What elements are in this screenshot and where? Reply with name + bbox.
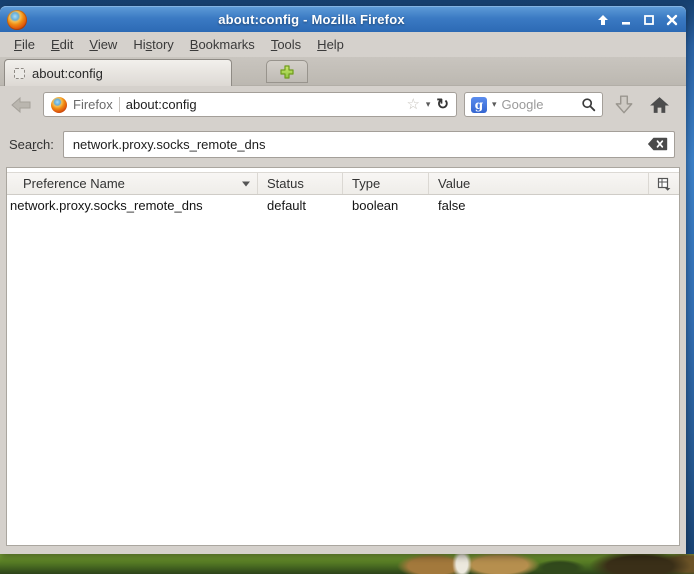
downloads-button[interactable] xyxy=(610,91,638,119)
desktop-wallpaper-grass xyxy=(0,554,694,574)
url-separator xyxy=(119,97,120,112)
pref-value-cell[interactable]: false xyxy=(429,198,649,213)
web-search-box[interactable]: g ▾ xyxy=(464,92,603,117)
table-header: Preference Name Status Type Value xyxy=(7,172,679,195)
minimize-icon xyxy=(620,14,632,26)
back-arrow-icon xyxy=(9,95,33,115)
menu-edit[interactable]: Edit xyxy=(43,34,81,55)
plus-icon xyxy=(279,64,295,80)
download-arrow-icon xyxy=(613,95,635,115)
title-bar[interactable]: about:config - Mozilla Firefox xyxy=(0,6,686,32)
column-picker-button[interactable] xyxy=(649,173,679,194)
firefox-logo-icon xyxy=(7,10,27,30)
desktop: { "window": { "title": "about:config - M… xyxy=(0,0,694,574)
maximize-button[interactable] xyxy=(642,13,656,27)
web-search-input[interactable] xyxy=(502,97,576,112)
pref-status-cell[interactable]: default xyxy=(258,198,343,213)
home-icon xyxy=(649,96,670,114)
firefox-favicon-icon xyxy=(51,97,67,113)
sort-descending-icon xyxy=(242,181,250,187)
url-bar[interactable]: Firefox about:config ☆ ▾ ↻ xyxy=(43,92,457,117)
reload-icon[interactable]: ↻ xyxy=(436,97,449,112)
bookmark-star-icon[interactable]: ☆ xyxy=(406,97,419,112)
column-header-value[interactable]: Value xyxy=(429,173,649,194)
home-button[interactable] xyxy=(645,91,673,119)
menu-view[interactable]: View xyxy=(81,34,125,55)
shade-window-button[interactable] xyxy=(596,13,610,27)
close-button[interactable] xyxy=(665,13,679,27)
tab-label: about:config xyxy=(32,66,103,81)
column-picker-icon xyxy=(657,177,671,191)
urlbar-dropdown-icon[interactable]: ▾ xyxy=(426,100,431,109)
window-controls xyxy=(596,13,679,27)
config-search-input[interactable] xyxy=(63,131,675,158)
menu-tools[interactable]: Tools xyxy=(263,34,309,55)
column-header-preference-name[interactable]: Preference Name xyxy=(7,173,258,194)
config-filter-bar: Search: xyxy=(0,123,686,166)
menu-file[interactable]: File xyxy=(6,34,43,55)
config-search-field xyxy=(63,131,675,158)
column-header-status[interactable]: Status xyxy=(258,173,343,194)
google-logo-icon[interactable]: g xyxy=(471,97,487,113)
url-text[interactable]: about:config xyxy=(126,97,401,112)
new-tab-button[interactable] xyxy=(266,60,308,83)
column-header-type[interactable]: Type xyxy=(343,173,429,194)
maximize-icon xyxy=(643,14,655,26)
menu-bar: File Edit View History Bookmarks Tools H… xyxy=(0,32,686,57)
firefox-window: about:config - Mozilla Firefox File Edit… xyxy=(0,6,686,554)
clear-search-icon[interactable] xyxy=(647,137,668,151)
back-button[interactable] xyxy=(6,91,36,119)
menu-history[interactable]: History xyxy=(125,34,181,55)
pref-name-cell[interactable]: network.proxy.socks_remote_dns xyxy=(7,198,258,213)
menu-bookmarks[interactable]: Bookmarks xyxy=(182,34,263,55)
close-icon xyxy=(666,14,678,26)
tab-about-config[interactable]: about:config xyxy=(4,59,232,86)
search-engine-dropdown-icon[interactable]: ▾ xyxy=(492,100,497,109)
arrow-up-icon xyxy=(597,14,609,26)
navigation-toolbar: Firefox about:config ☆ ▾ ↻ g ▾ xyxy=(0,86,686,123)
minimize-button[interactable] xyxy=(619,13,633,27)
search-label: Search: xyxy=(9,137,54,152)
tab-bar: about:config xyxy=(0,57,686,86)
pref-type-cell[interactable]: boolean xyxy=(343,198,429,213)
site-identity-label[interactable]: Firefox xyxy=(73,97,113,112)
config-content-area: Preference Name Status Type Value xyxy=(6,167,680,546)
magnifier-icon[interactable] xyxy=(581,97,596,112)
window-title: about:config - Mozilla Firefox xyxy=(27,12,596,27)
pref-row[interactable]: network.proxy.socks_remote_dns default b… xyxy=(7,195,679,216)
menu-help[interactable]: Help xyxy=(309,34,352,55)
tab-favicon-placeholder-icon xyxy=(14,68,25,79)
